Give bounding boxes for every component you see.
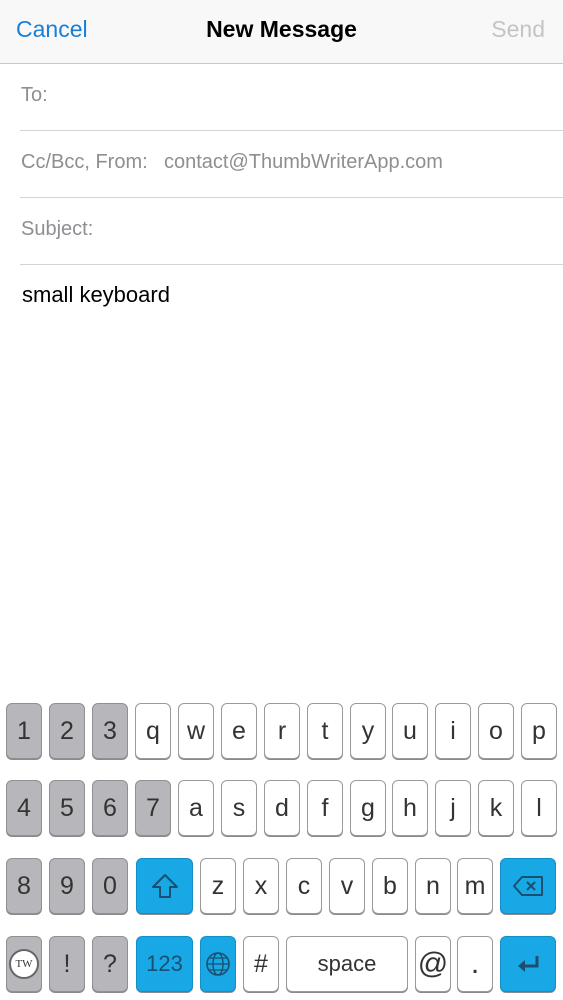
key-2[interactable]: 2 xyxy=(49,703,85,759)
ccbcc-from-label: Cc/Bcc, From: xyxy=(21,151,148,173)
key-question[interactable]: ? xyxy=(92,936,128,992)
send-button[interactable]: Send xyxy=(491,16,545,43)
key-q[interactable]: q xyxy=(135,703,171,759)
thumbwriter-key[interactable]: TW xyxy=(6,936,42,992)
thumbwriter-logo-icon: TW xyxy=(9,949,39,979)
divider xyxy=(20,264,563,265)
key-b[interactable]: b xyxy=(372,858,408,914)
from-address: contact@ThumbWriterApp.com xyxy=(164,151,443,173)
message-body[interactable]: small keyboard xyxy=(22,282,170,308)
key-v[interactable]: v xyxy=(329,858,365,914)
key-6[interactable]: 6 xyxy=(92,780,128,836)
key-f[interactable]: f xyxy=(307,780,343,836)
key-1[interactable]: 1 xyxy=(6,703,42,759)
key-r[interactable]: r xyxy=(264,703,300,759)
subject-label: Subject: xyxy=(21,218,94,240)
key-g[interactable]: g xyxy=(350,780,386,836)
shift-icon xyxy=(151,873,179,899)
key-l[interactable]: l xyxy=(521,780,557,836)
key-c[interactable]: c xyxy=(286,858,322,914)
key-o[interactable]: o xyxy=(478,703,514,759)
keyboard: 1 2 3 q w e r t y u i o p 4 5 6 7 a s d … xyxy=(0,688,563,1000)
key-at[interactable]: @ xyxy=(415,936,451,992)
shift-key[interactable] xyxy=(136,858,193,914)
key-i[interactable]: i xyxy=(435,703,471,759)
key-exclaim[interactable]: ! xyxy=(49,936,85,992)
key-hash[interactable]: # xyxy=(243,936,279,992)
key-t[interactable]: t xyxy=(307,703,343,759)
globe-icon xyxy=(205,951,231,977)
delete-icon xyxy=(512,875,544,897)
return-icon xyxy=(515,953,541,975)
key-9[interactable]: 9 xyxy=(49,858,85,914)
key-x[interactable]: x xyxy=(243,858,279,914)
key-d[interactable]: d xyxy=(264,780,300,836)
to-label: To: xyxy=(21,84,48,106)
page-title: New Message xyxy=(206,16,357,42)
key-u[interactable]: u xyxy=(392,703,428,759)
key-h[interactable]: h xyxy=(392,780,428,836)
key-m[interactable]: m xyxy=(457,858,493,914)
key-5[interactable]: 5 xyxy=(49,780,85,836)
key-a[interactable]: a xyxy=(178,780,214,836)
key-7[interactable]: 7 xyxy=(135,780,171,836)
key-y[interactable]: y xyxy=(350,703,386,759)
subject-field[interactable]: Subject: xyxy=(0,198,563,265)
navigation-bar: Cancel New Message Send xyxy=(0,0,563,64)
key-period[interactable]: . xyxy=(457,936,493,992)
globe-key[interactable] xyxy=(200,936,236,992)
key-z[interactable]: z xyxy=(200,858,236,914)
key-k[interactable]: k xyxy=(478,780,514,836)
numbers-key[interactable]: 123 xyxy=(136,936,193,992)
key-j[interactable]: j xyxy=(435,780,471,836)
key-n[interactable]: n xyxy=(415,858,451,914)
key-0[interactable]: 0 xyxy=(92,858,128,914)
key-p[interactable]: p xyxy=(521,703,557,759)
space-key[interactable]: space xyxy=(286,936,408,992)
key-3[interactable]: 3 xyxy=(92,703,128,759)
key-8[interactable]: 8 xyxy=(6,858,42,914)
key-w[interactable]: w xyxy=(178,703,214,759)
key-4[interactable]: 4 xyxy=(6,780,42,836)
return-key[interactable] xyxy=(500,936,556,992)
ccbcc-from-field[interactable]: Cc/Bcc, From: contact@ThumbWriterApp.com xyxy=(0,131,563,198)
to-field[interactable]: To: xyxy=(0,64,563,131)
key-e[interactable]: e xyxy=(221,703,257,759)
delete-key[interactable] xyxy=(500,858,556,914)
key-s[interactable]: s xyxy=(221,780,257,836)
